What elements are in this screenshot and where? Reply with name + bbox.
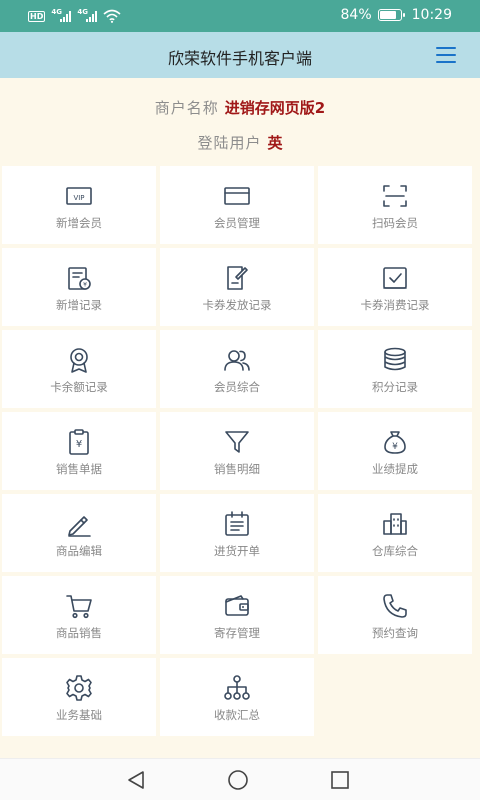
merchant-value: 进销存网页版2 [224,99,326,117]
hamburger-menu-icon[interactable] [436,47,456,63]
menu-item-label: 寄存管理 [214,626,260,640]
back-triangle-icon[interactable] [124,768,148,792]
svg-text:¥: ¥ [76,439,82,450]
signal-2-label: 4G [77,8,88,16]
menu-item-label: 会员综合 [214,380,260,394]
menu-item-label: 预约查询 [372,626,418,640]
menu-item[interactable]: 进货开单 [160,494,314,572]
wifi-icon [103,9,121,23]
menu-item-label: 扫码会员 [372,216,418,230]
svg-text:¥: ¥ [392,442,398,452]
menu-item-label: 仓库综合 [372,544,418,558]
menu-item[interactable]: 扫码会员 [318,166,472,244]
menu-item-label: 积分记录 [372,380,418,394]
vip-card-icon: VIP [64,181,94,211]
menu-item[interactable]: 会员综合 [160,330,314,408]
svg-text:¥: ¥ [83,282,87,289]
menu-item-label: 销售单据 [56,462,102,476]
menu-item-label: 新增会员 [56,216,102,230]
menu-item-label: 销售明细 [214,462,260,476]
menu-item-label: 进货开单 [214,544,260,558]
hierarchy-icon [222,673,252,703]
status-right: 84% 10:29 [341,7,452,23]
money-bag-icon: ¥ [380,427,410,457]
merchant-label: 商户名称 [154,99,219,117]
menu-item[interactable]: 销售明细 [160,412,314,490]
menu-item[interactable]: 商品编辑 [2,494,156,572]
user-value: 英 [267,134,283,152]
merchant-info: 商户名称 进销存网页版2 [0,97,480,118]
menu-item[interactable]: ¥ 销售单据 [2,412,156,490]
gear-icon [64,673,94,703]
signal-1-label: 4G [51,8,62,16]
medal-icon [64,345,94,375]
coins-stack-icon [380,345,410,375]
battery-percent: 84% [340,7,372,23]
menu-item[interactable]: 积分记录 [318,330,472,408]
wallet-icon [222,591,252,621]
app-header: 欣荣软件手机客户端 [0,32,480,78]
menu-item-label: 会员管理 [214,216,260,230]
menu-item[interactable]: 卡券发放记录 [160,248,314,326]
receipt-icon: ¥ [64,263,94,293]
menu-item-label: 卡券消费记录 [360,298,430,312]
card-icon [222,181,252,211]
system-nav-bar [0,758,480,800]
menu-item-label: 卡余额记录 [50,380,108,394]
menu-item-label: 新增记录 [56,298,102,312]
warehouse-icon [380,509,410,539]
menu-item[interactable]: VIP 新增会员 [2,166,156,244]
menu-item[interactable]: 卡券消费记录 [318,248,472,326]
user-label: 登陆用户 [197,134,262,152]
menu-item-label: 收款汇总 [214,708,260,722]
menu-item[interactable]: 卡余额记录 [2,330,156,408]
recents-square-icon[interactable] [328,768,352,792]
menu-item[interactable]: 寄存管理 [160,576,314,654]
signal-icon: 4G [77,8,98,22]
pen-icon [64,509,94,539]
home-circle-icon[interactable] [226,768,250,792]
clock: 10:29 [411,7,452,23]
menu-item-label: 卡券发放记录 [202,298,272,312]
status-bar: HD 4G 4G 84% 10:29 [0,0,480,32]
filter-icon [222,427,252,457]
cart-icon [64,591,94,621]
calendar-list-icon [222,509,252,539]
menu-item[interactable]: ¥ 业绩提成 [318,412,472,490]
phone-icon [380,591,410,621]
menu-item[interactable]: 预约查询 [318,576,472,654]
menu-item-label: 业绩提成 [372,462,418,476]
menu-item[interactable]: 收款汇总 [160,658,314,736]
signal-icon: 4G [51,8,72,22]
status-left: HD 4G 4G [28,8,121,24]
menu-item[interactable]: 商品销售 [2,576,156,654]
app-title: 欣荣软件手机客户端 [167,49,312,68]
users-icon [222,345,252,375]
menu-item[interactable]: 仓库综合 [318,494,472,572]
scan-icon [380,181,410,211]
menu-item[interactable]: 业务基础 [2,658,156,736]
svg-text:VIP: VIP [73,194,84,202]
document-edit-icon [222,263,252,293]
menu-item[interactable]: ¥ 新增记录 [2,248,156,326]
menu-item-label: 商品销售 [56,626,102,640]
clipboard-yen-icon: ¥ [64,427,94,457]
checkbox-icon [380,263,410,293]
menu-item-label: 商品编辑 [56,544,102,558]
hd-indicator: HD [28,10,46,22]
battery-icon [377,9,405,21]
user-info: 登陆用户英 [0,132,480,153]
menu-item-label: 业务基础 [56,708,102,722]
menu-item[interactable]: 会员管理 [160,166,314,244]
